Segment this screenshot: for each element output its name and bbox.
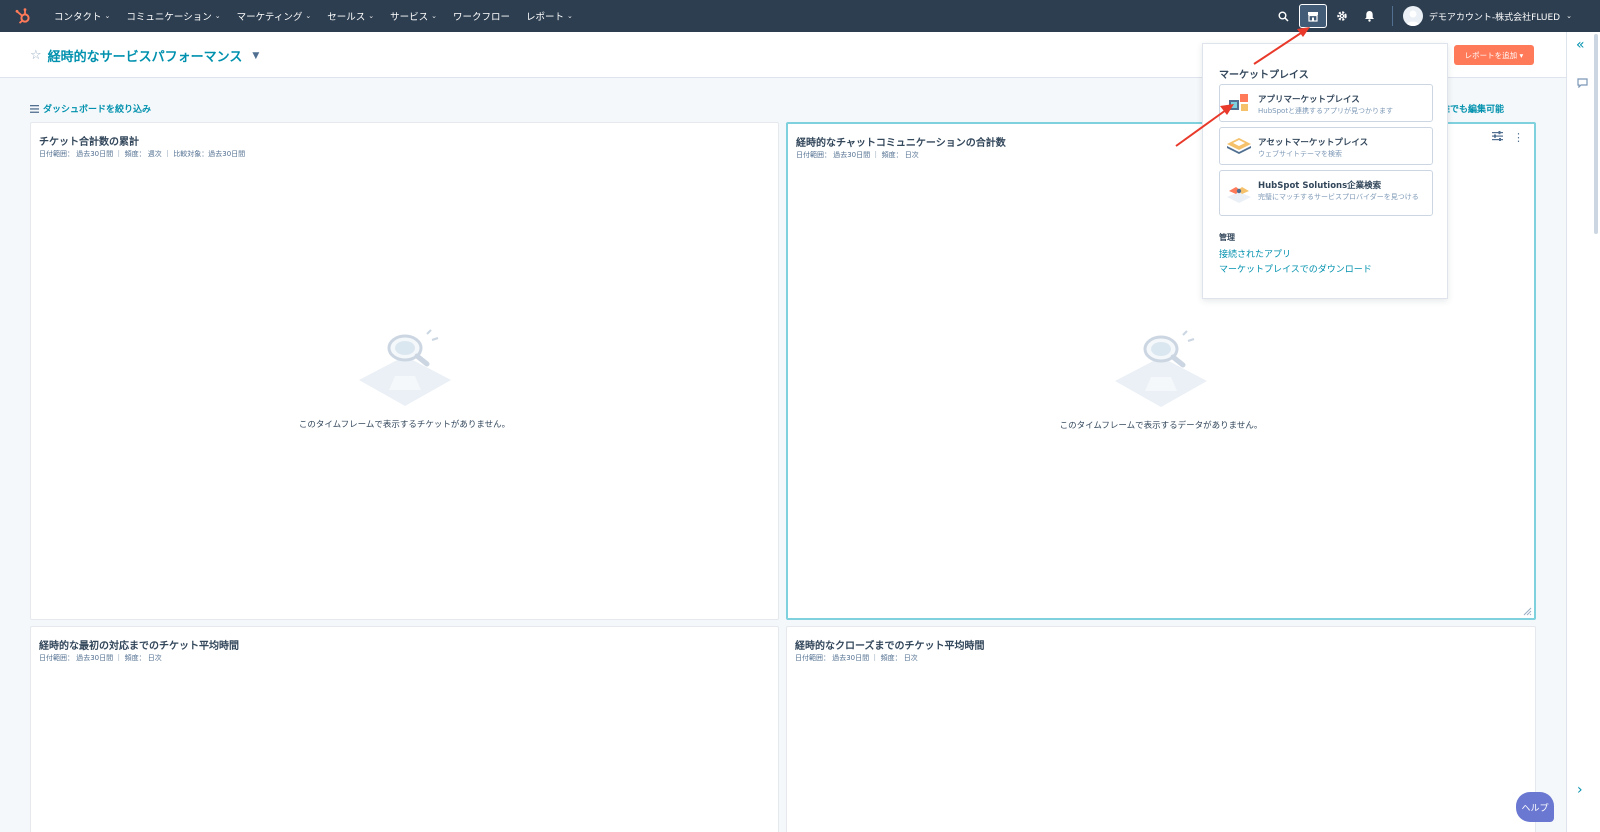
chevron-down-icon: ⌄	[368, 12, 375, 20]
nav-sales[interactable]: セールス ⌄	[319, 9, 382, 23]
resize-handle-icon[interactable]	[1522, 606, 1532, 616]
nav-label: コミュニケーション	[126, 12, 212, 23]
report-card[interactable]: チケット合計数の累計 日付範囲： 過去30日間 ｜ 頻度： 週次 ｜ 比較対象：…	[30, 122, 779, 620]
empty-state-magnifier-icon	[1115, 330, 1207, 407]
edit-permission-link[interactable]: 誰でも編集可能	[1441, 105, 1504, 115]
help-button[interactable]: ヘルプ	[1516, 792, 1554, 822]
report-title: チケット合計数の累計	[39, 137, 139, 148]
nav-label: サービス	[390, 12, 429, 23]
dashboard-filter-label: ダッシュボードを絞り込み	[43, 105, 152, 115]
item-title: アプリマーケットプレイス	[1258, 95, 1360, 105]
report-card[interactable]: 経時的なクローズまでのチケット平均時間 日付範囲： 過去30日間 ｜ 頻度： 日…	[786, 626, 1536, 832]
marketplace-dropdown: マーケットプレイス アプリマーケットプレイス HubSpotと連携するアプリが見…	[1202, 43, 1448, 299]
filter-sliders-icon[interactable]	[1492, 131, 1503, 144]
asset-marketplace-item[interactable]: アセットマーケットプレイス ウェブサイトテーマを検索	[1219, 127, 1433, 165]
caret-down-icon[interactable]: ▼	[252, 51, 259, 61]
dashboard-title-text: 経時的なサービスパフォーマンス	[47, 50, 243, 65]
account-menu[interactable]: デモアカウント-株式会社FLUED ⌄	[1402, 6, 1600, 26]
report-meta: 日付範囲： 過去30日間 ｜ 頻度： 日次	[795, 654, 918, 662]
report-title: 経時的なチャットコミュニケーションの合計数	[796, 138, 1006, 149]
solutions-directory-item[interactable]: HubSpot Solutions企業検索 完璧にマッチするサービスプロバイダー…	[1219, 170, 1433, 216]
nav-label: レポート	[526, 12, 565, 23]
collapse-double-chevron-icon[interactable]: «	[1576, 37, 1585, 53]
item-title: HubSpot Solutions企業検索	[1258, 181, 1382, 191]
dashboard-title[interactable]: ☆ 経時的なサービスパフォーマンス ▼	[30, 46, 259, 65]
chevron-down-icon: ⌄	[567, 12, 573, 20]
nav-contacts[interactable]: コンタクト ⌄	[46, 9, 118, 23]
report-card[interactable]: 経時的な最初の対応までのチケット平均時間 日付範囲： 過去30日間 ｜ 頻度： …	[30, 626, 779, 832]
chevron-right-icon[interactable]: ›	[1577, 782, 1583, 798]
avatar	[1402, 6, 1423, 26]
hubspot-logo-icon[interactable]	[0, 0, 46, 32]
chevron-down-icon: ⌄	[431, 12, 437, 20]
report-meta: 日付範囲： 過去30日間 ｜ 頻度： 日次	[39, 654, 162, 662]
handshake-icon	[1220, 171, 1258, 215]
app-cubes-icon	[1220, 85, 1258, 121]
report-meta: 日付範囲： 過去30日間 ｜ 頻度： 日次	[796, 151, 919, 159]
asset-layers-icon	[1220, 128, 1258, 164]
chevron-down-icon: ⌄	[1566, 12, 1572, 20]
marketplace-heading: マーケットプレイス	[1219, 70, 1309, 81]
report-meta: 日付範囲： 過去30日間 ｜ 頻度： 週次 ｜ 比較対象：過去30日間	[39, 150, 246, 158]
settings-gear-icon[interactable]	[1328, 0, 1356, 32]
star-icon[interactable]: ☆	[30, 48, 42, 63]
filter-lines-icon	[30, 104, 39, 113]
manage-heading: 管理	[1219, 233, 1235, 242]
add-report-button[interactable]: レポートを追加 ▾	[1454, 45, 1534, 65]
chevron-down-icon: ⌄	[214, 12, 221, 20]
empty-state: このタイムフレームで表示するデータがありません。	[788, 329, 1534, 431]
report-title: 経時的な最初の対応までのチケット平均時間	[39, 641, 239, 652]
search-icon[interactable]	[1270, 0, 1298, 32]
nav-conversations[interactable]: コミュニケーション ⌄	[118, 9, 228, 23]
marketplace-downloads-link[interactable]: マーケットプレイスでのダウンロード	[1219, 262, 1372, 275]
nav-label: マーケティング	[236, 12, 303, 23]
report-title: 経時的なクローズまでのチケット平均時間	[795, 641, 985, 652]
item-description: ウェブサイトテーマを検索	[1258, 150, 1342, 158]
nav-right-tools: デモアカウント-株式会社FLUED ⌄	[1270, 0, 1600, 32]
nav-label: ワークフロー	[452, 12, 510, 23]
nav-service[interactable]: サービス ⌄	[382, 9, 445, 23]
item-description: HubSpotと連携するアプリが見つかります	[1258, 107, 1394, 115]
connected-apps-link[interactable]: 接続されたアプリ	[1219, 247, 1291, 260]
nav-reports[interactable]: レポート ⌄	[518, 9, 581, 23]
account-name: デモアカウント-株式会社FLUED	[1428, 12, 1561, 23]
nav-workflows[interactable]: ワークフロー	[445, 9, 518, 23]
more-vertical-icon[interactable]: ⋮	[1513, 131, 1524, 144]
card-actions: ⋮	[1492, 131, 1524, 144]
item-title: アセットマーケットプレイス	[1258, 138, 1369, 148]
chat-icon[interactable]	[1577, 78, 1588, 91]
empty-state-text: このタイムフレームで表示するデータがありません。	[1059, 421, 1263, 431]
top-navigation: コンタクト ⌄ コミュニケーション ⌄ マーケティング ⌄ セールス ⌄ サービス ⌄ ワ…	[0, 0, 1600, 32]
chevron-down-icon: ⌄	[104, 12, 111, 20]
empty-state: このタイムフレームで表示するチケットがありません。	[31, 328, 778, 430]
empty-state-text: このタイムフレームで表示するチケットがありません。	[298, 420, 511, 430]
nav-label: セールス	[327, 12, 366, 23]
nav-divider	[1391, 6, 1393, 26]
app-marketplace-item[interactable]: アプリマーケットプレイス HubSpotと連携するアプリが見つかります	[1219, 84, 1433, 122]
chevron-down-icon: ⌄	[305, 12, 312, 20]
notification-bell-icon[interactable]	[1356, 0, 1384, 32]
marketplace-icon[interactable]	[1298, 4, 1327, 28]
empty-state-magnifier-icon	[358, 329, 451, 406]
nav-label: コンタクト	[54, 12, 102, 23]
dashboard-filter[interactable]: ダッシュボードを絞り込み	[30, 102, 151, 115]
page-scrollbar[interactable]	[1594, 34, 1598, 234]
item-description: 完璧にマッチするサービスプロバイダーを見つける	[1258, 193, 1419, 201]
nav-marketing[interactable]: マーケティング ⌄	[229, 9, 320, 23]
